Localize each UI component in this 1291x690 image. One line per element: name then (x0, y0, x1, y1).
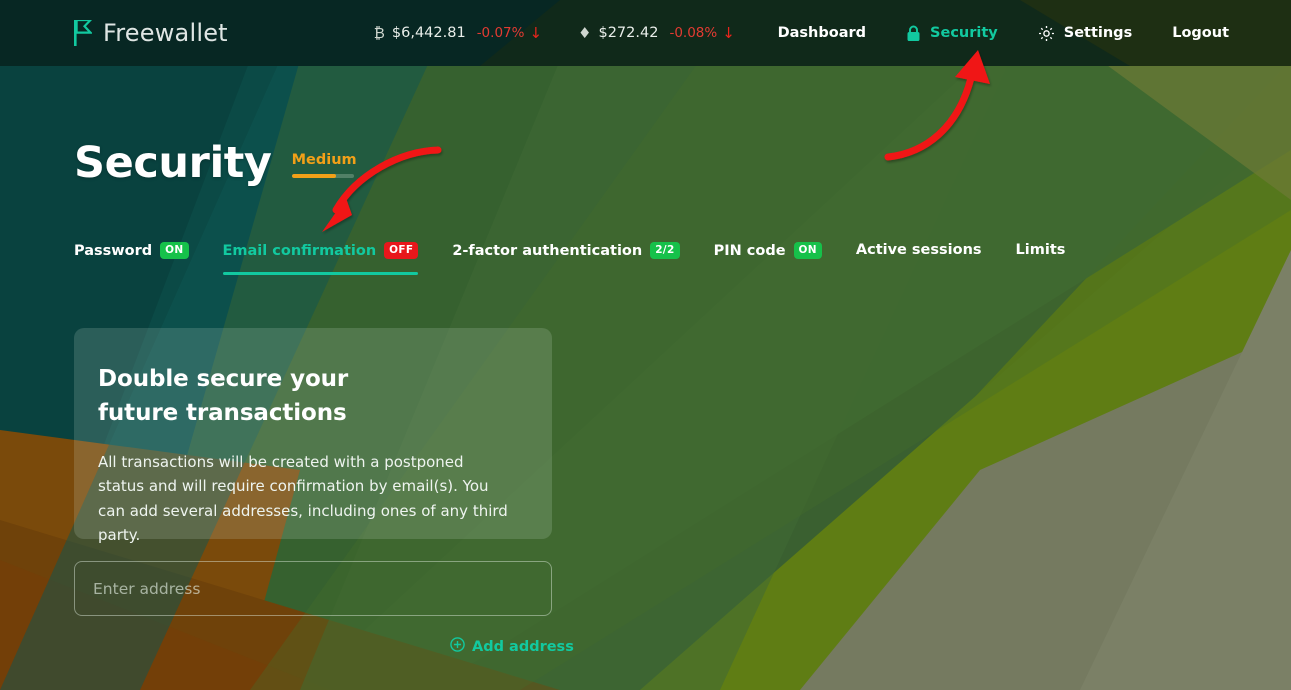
tab-password[interactable]: Password ON (74, 242, 206, 275)
status-badge-pin-code: ON (793, 242, 822, 259)
address-input[interactable] (74, 561, 552, 616)
lock-icon (906, 25, 921, 42)
page-title-row: Security Medium (74, 142, 357, 185)
page-content: Security Medium Password ON Email confir… (0, 0, 1291, 690)
tab-label-limits: Limits (1015, 242, 1066, 258)
status-badge-password: ON (160, 242, 189, 259)
tab-2fa[interactable]: 2-factor authentication 2/2 (435, 242, 696, 275)
info-card-title: Double secure your future transactions (98, 366, 349, 427)
status-badge-2fa: 2/2 (650, 242, 680, 259)
ticker-eth-price: $272.42 (598, 25, 659, 41)
status-badge-email-confirmation: OFF (384, 242, 419, 259)
flag-f-logo-icon (74, 20, 92, 46)
main-navigation: Dashboard Security Settings Logout (778, 25, 1229, 42)
top-header: Freewallet ₿ $6,442.81 -0.07% ↓ ♦ $272.4… (0, 0, 1291, 66)
ticker-eth: ♦ $272.42 -0.08% ↓ (578, 24, 735, 42)
arrow-down-icon: ↓ (529, 24, 543, 42)
nav-label-settings: Settings (1063, 25, 1133, 41)
nav-item-logout[interactable]: Logout (1172, 25, 1229, 41)
brand-name: Freewallet (103, 19, 228, 47)
add-address-label: Add address (472, 638, 574, 655)
info-card-body: All transactions will be created with a … (98, 453, 508, 544)
price-tickers: ₿ $6,442.81 -0.07% ↓ ♦ $272.42 -0.08% ↓ (374, 24, 735, 42)
add-address-button[interactable]: Add address (450, 637, 574, 656)
gear-icon (1038, 25, 1055, 42)
ticker-btc-change: -0.07% (476, 25, 525, 41)
nav-item-security[interactable]: Security (906, 25, 998, 42)
app-root: Freewallet ₿ $6,442.81 -0.07% ↓ ♦ $272.4… (0, 0, 1291, 690)
nav-label-security: Security (930, 25, 998, 41)
brand-logo[interactable]: Freewallet (74, 19, 228, 47)
nav-label-dashboard: Dashboard (777, 25, 867, 41)
tab-label-pin-code: PIN code (713, 242, 786, 259)
nav-item-settings[interactable]: Settings (1038, 25, 1132, 42)
tab-label-password: Password (74, 242, 153, 259)
arrow-down-icon: ↓ (722, 24, 735, 42)
bitcoin-icon: ₿ (373, 23, 385, 42)
ethereum-icon: ♦ (578, 23, 592, 42)
strength-bar-fill (291, 174, 337, 178)
tab-pin-code[interactable]: PIN code ON (697, 242, 839, 275)
page-title: Security (74, 138, 272, 188)
tab-label-2fa: 2-factor authentication (452, 242, 643, 259)
security-strength: Medium (291, 151, 357, 186)
tab-label-email-confirmation: Email confirmation (222, 242, 377, 259)
nav-item-dashboard[interactable]: Dashboard (778, 25, 866, 41)
nav-label-logout: Logout (1172, 25, 1229, 41)
strength-label: Medium (291, 151, 357, 168)
plus-circle-icon (450, 637, 465, 656)
info-card: Double secure your future transactions A… (74, 328, 552, 544)
strength-bar (291, 174, 354, 178)
ticker-btc: ₿ $6,442.81 -0.07% ↓ (374, 24, 542, 42)
active-tab-underline (222, 272, 419, 275)
tab-limits[interactable]: Limits (999, 242, 1083, 274)
ticker-eth-change: -0.08% (669, 25, 718, 41)
tab-label-active-sessions: Active sessions (855, 242, 982, 258)
security-tabs: Password ON Email confirmation OFF 2-fac… (74, 242, 1082, 275)
ticker-btc-price: $6,442.81 (391, 25, 466, 41)
tab-active-sessions[interactable]: Active sessions (839, 242, 999, 274)
tab-email-confirmation[interactable]: Email confirmation OFF (206, 242, 436, 275)
